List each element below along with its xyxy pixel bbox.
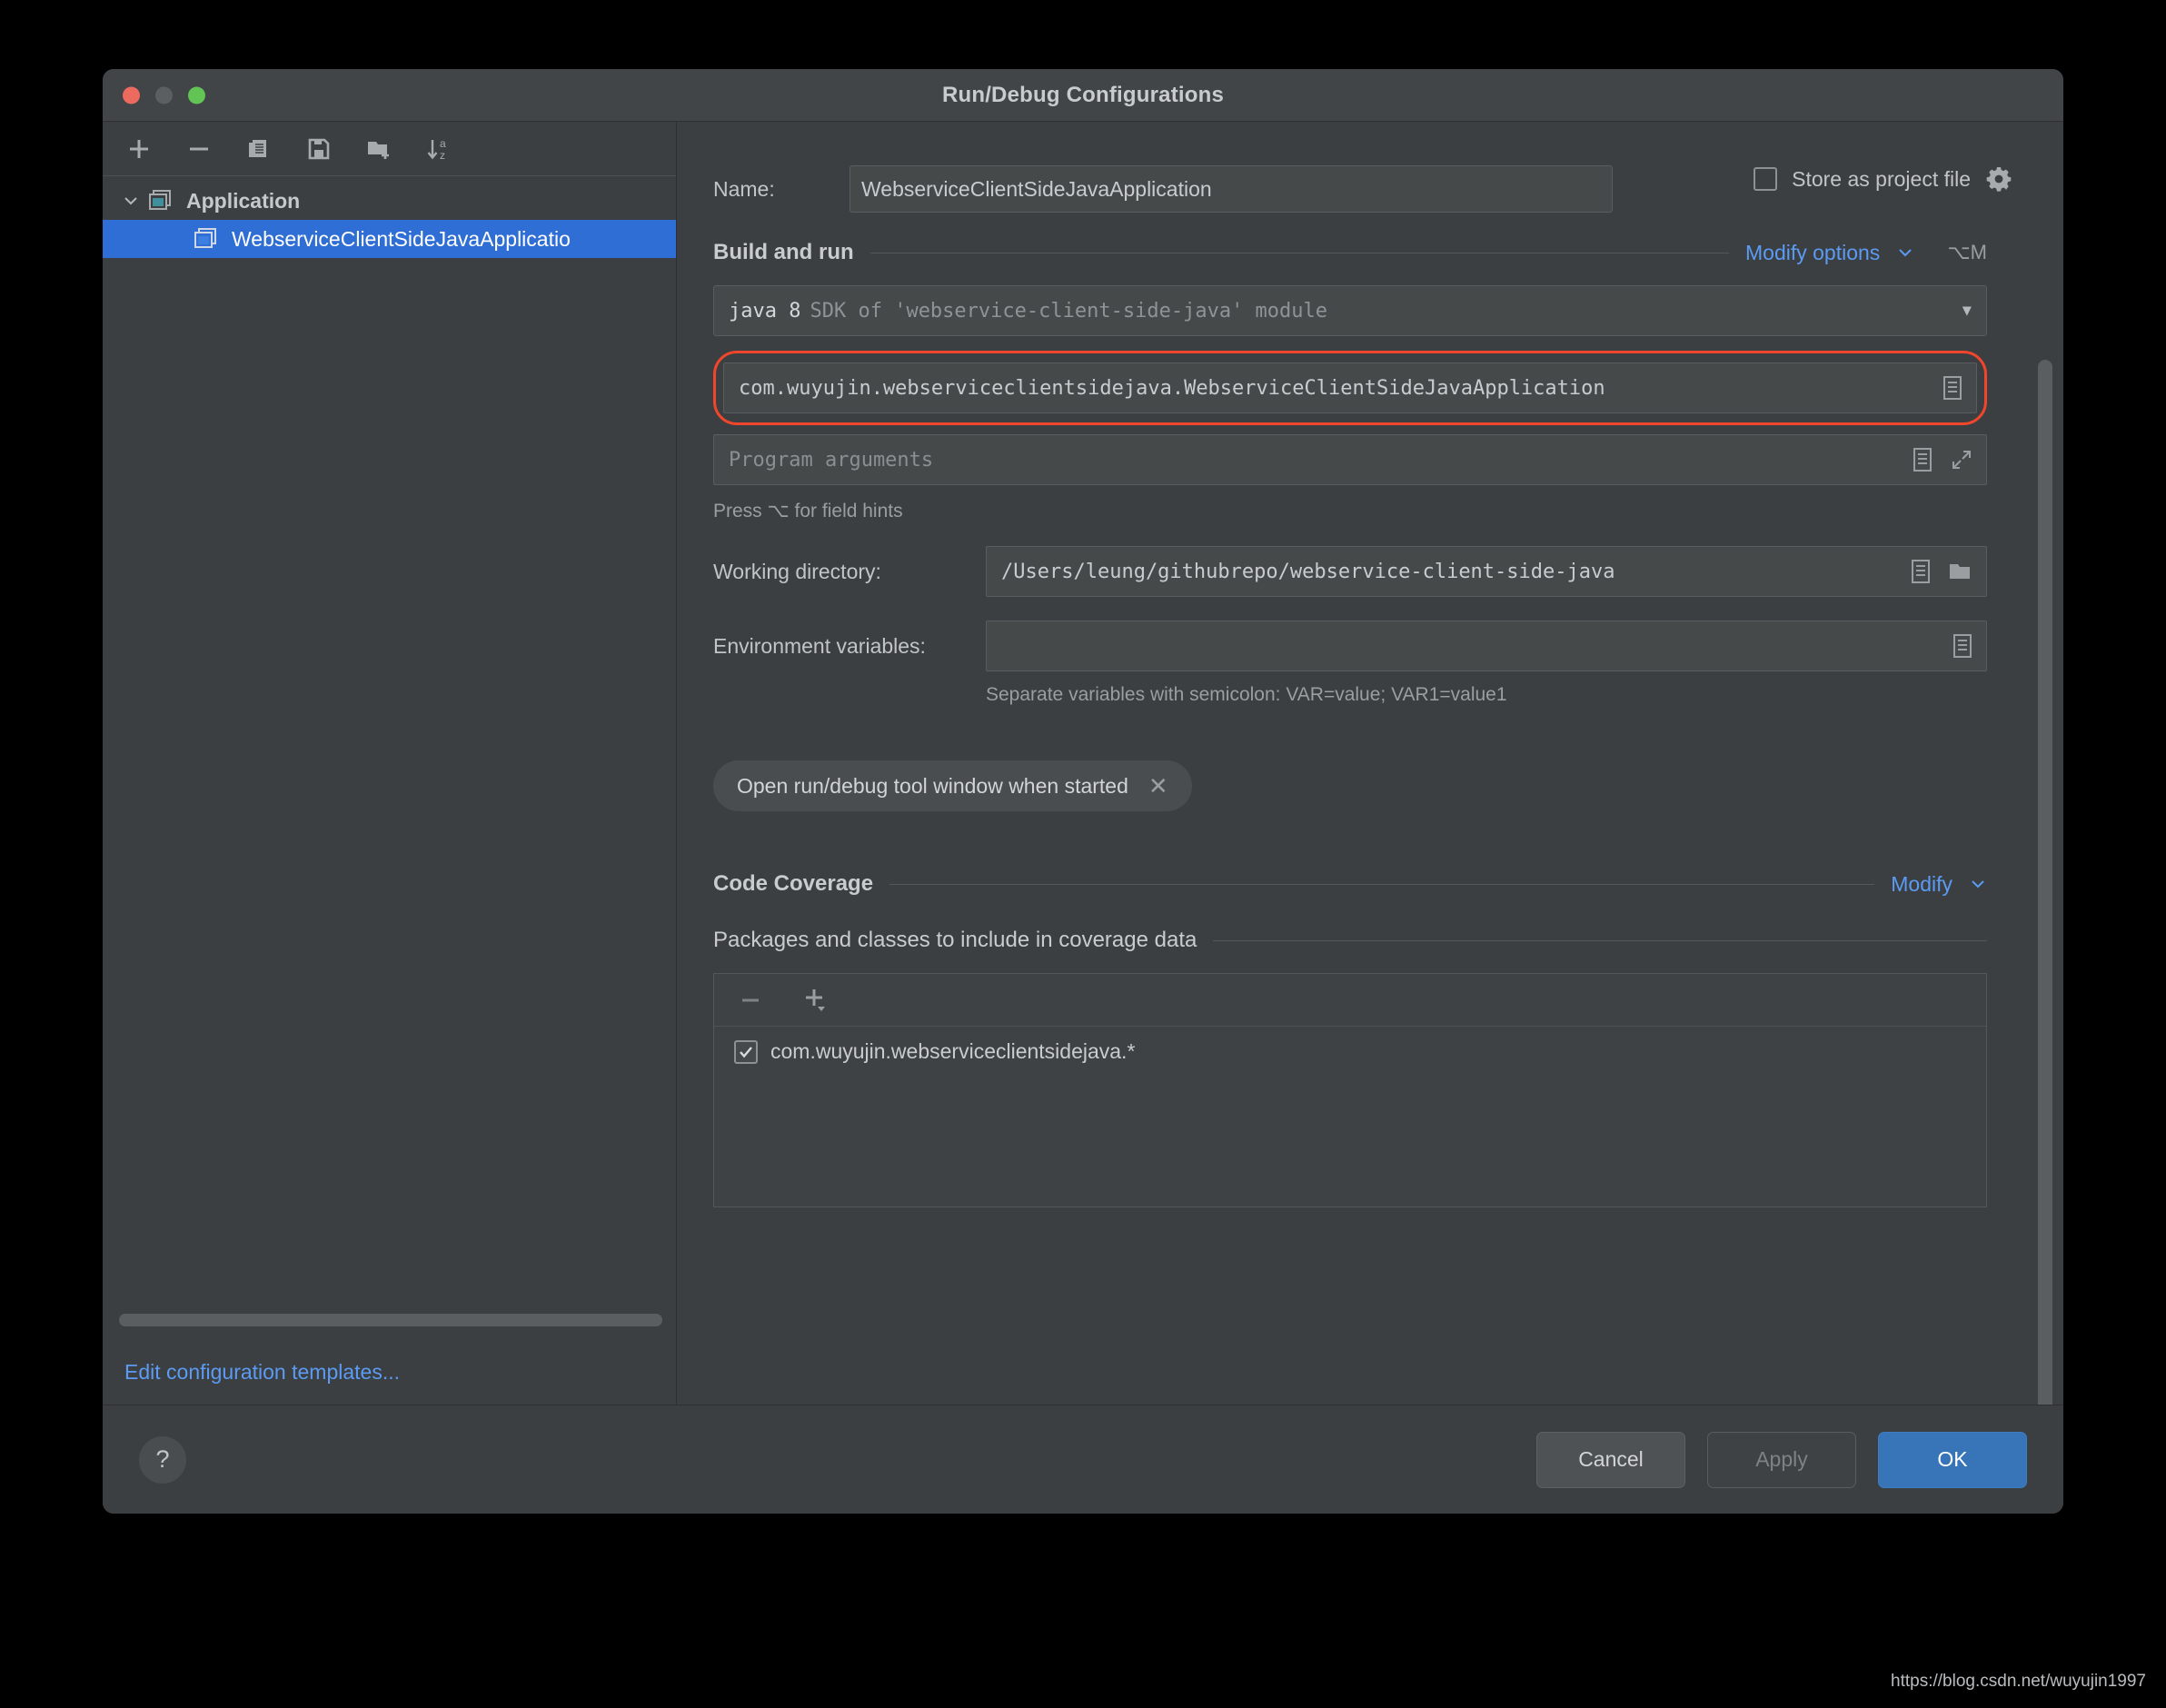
save-configuration-button[interactable] [303, 133, 335, 165]
coverage-toolbar [714, 974, 1986, 1027]
tree-node-application[interactable]: Application [103, 182, 676, 220]
environment-variables-hint: Separate variables with semicolon: VAR=v… [986, 684, 1987, 706]
chevron-down-icon[interactable] [1896, 243, 1914, 262]
main-class-highlight-annotation: com.wuyujin.webserviceclientsidejava.Web… [713, 351, 1987, 425]
edit-configuration-templates-link[interactable]: Edit configuration templates... [124, 1360, 400, 1385]
section-divider [1213, 940, 1987, 941]
sort-configurations-button[interactable]: a z [422, 133, 455, 165]
coverage-packages-title: Packages and classes to include in cover… [713, 928, 1197, 953]
main-vertical-scrollbar[interactable] [2038, 360, 2052, 1405]
sidebar-horizontal-scrollbar[interactable] [119, 1314, 662, 1326]
add-configuration-button[interactable] [123, 133, 155, 165]
help-button[interactable]: ? [139, 1436, 186, 1484]
jdk-name: java 8 [729, 300, 800, 323]
cancel-button[interactable]: Cancel [1536, 1432, 1685, 1488]
remove-configuration-button[interactable] [183, 133, 215, 165]
code-coverage-section-header: Code Coverage Modify [713, 871, 1987, 897]
application-run-icon [194, 225, 221, 253]
add-package-button[interactable] [801, 986, 830, 1015]
window-title: Run/Debug Configurations [103, 83, 2063, 108]
store-as-project-file-row: Store as project file [1754, 165, 2012, 193]
expand-editor-icon[interactable] [1950, 448, 1973, 472]
coverage-packages-box: com.wuyujin.webserviceclientsidejava.* [713, 973, 1987, 1207]
working-directory-folder-icon[interactable] [1948, 560, 1973, 583]
main-class-value: com.wuyujin.webserviceclientsidejava.Web… [739, 377, 1605, 400]
chevron-down-icon[interactable] [1969, 875, 1987, 893]
settings-scroll-area: Build and run Modify options ⌥M java 8 S… [713, 240, 2020, 1207]
name-label: Name: [713, 177, 850, 202]
code-coverage-title: Code Coverage [713, 871, 873, 897]
gear-dropdown-icon[interactable] [1985, 165, 2012, 193]
zoom-window-button[interactable] [188, 86, 205, 104]
field-hints-text: Press ⌥ for field hints [713, 500, 1987, 522]
environment-variables-row: Environment variables: [713, 621, 1987, 671]
svg-text:z: z [440, 149, 445, 162]
tree-node-label: WebserviceClientSideJavaApplicatio [232, 227, 571, 252]
store-as-project-file-label: Store as project file [1792, 167, 1971, 192]
close-window-button[interactable] [123, 86, 140, 104]
build-and-run-title: Build and run [713, 240, 854, 265]
chevron-down-icon[interactable]: ▼ [1962, 302, 1972, 320]
working-directory-input[interactable]: /Users/leung/githubrepo/webservice-clien… [986, 546, 1987, 597]
coverage-package-label: com.wuyujin.webserviceclientsidejava.* [770, 1039, 1135, 1064]
tree-node-webserviceclientsidejavaapplication[interactable]: WebserviceClientSideJavaApplicatio [103, 220, 676, 258]
jdk-selector[interactable]: java 8 SDK of 'webservice-client-side-ja… [713, 285, 1987, 336]
ok-button[interactable]: OK [1878, 1432, 2027, 1488]
section-divider [889, 884, 1874, 885]
environment-variables-label: Environment variables: [713, 634, 986, 659]
run-debug-configurations-dialog: Run/Debug Configurations [103, 69, 2063, 1514]
environment-variables-browse-icon[interactable] [1952, 633, 1973, 659]
program-arguments-input[interactable]: Program arguments [713, 434, 1987, 485]
open-tool-window-chip[interactable]: Open run/debug tool window when started … [713, 760, 1192, 811]
build-and-run-section-header: Build and run Modify options ⌥M [713, 240, 1987, 265]
working-directory-row: Working directory: /Users/leung/githubre… [713, 546, 1987, 597]
svg-text:a: a [440, 137, 446, 150]
modify-options-link[interactable]: Modify options [1745, 241, 1880, 265]
application-group-icon [148, 187, 175, 214]
new-folder-button[interactable] [363, 133, 395, 165]
configurations-tree[interactable]: Application WebserviceClientSideJavaAppl… [103, 176, 676, 1405]
sidebar-toolbar: a z [103, 122, 676, 176]
watermark-url: https://blog.csdn.net/wuyujin1997 [1891, 1672, 2146, 1692]
program-arguments-browse-icon[interactable] [1912, 447, 1933, 472]
name-input[interactable]: WebserviceClientSideJavaApplication [850, 165, 1613, 213]
coverage-package-checkbox[interactable] [734, 1040, 758, 1064]
jdk-description: SDK of 'webservice-client-side-java' mod… [810, 300, 1327, 323]
copy-configuration-button[interactable] [243, 133, 275, 165]
code-coverage-modify-link[interactable]: Modify [1891, 872, 1952, 897]
coverage-package-item[interactable]: com.wuyujin.webserviceclientsidejava.* [714, 1027, 1986, 1064]
program-arguments-placeholder: Program arguments [729, 449, 933, 472]
tree-node-label: Application [186, 189, 300, 214]
modify-options-shortcut: ⌥M [1947, 241, 1987, 264]
working-directory-macros-icon[interactable] [1910, 559, 1932, 584]
working-directory-value: /Users/leung/githubrepo/webservice-clien… [1001, 561, 1615, 583]
chevron-down-icon[interactable] [119, 189, 143, 213]
store-as-project-file-checkbox[interactable] [1754, 167, 1777, 191]
apply-button[interactable]: Apply [1707, 1432, 1856, 1488]
configuration-detail-panel: Name: WebserviceClientSideJavaApplicatio… [677, 122, 2063, 1405]
coverage-packages-header: Packages and classes to include in cover… [713, 928, 1987, 953]
working-directory-label: Working directory: [713, 560, 986, 584]
configurations-sidebar: a z Ap [103, 122, 677, 1405]
dialog-footer: ? Cancel Apply OK [103, 1405, 2063, 1514]
window-controls [123, 86, 205, 104]
main-class-input[interactable]: com.wuyujin.webserviceclientsidejava.Web… [723, 362, 1977, 413]
remove-package-button[interactable] [738, 988, 763, 1013]
footer-buttons: Cancel Apply OK [1536, 1432, 2027, 1488]
environment-variables-input[interactable] [986, 621, 1987, 671]
open-tool-window-chip-label: Open run/debug tool window when started [737, 774, 1128, 799]
minimize-window-button[interactable] [155, 86, 173, 104]
main-class-browse-icon[interactable] [1942, 375, 1963, 401]
close-icon[interactable]: ✕ [1148, 772, 1168, 800]
window-titlebar: Run/Debug Configurations [103, 69, 2063, 122]
